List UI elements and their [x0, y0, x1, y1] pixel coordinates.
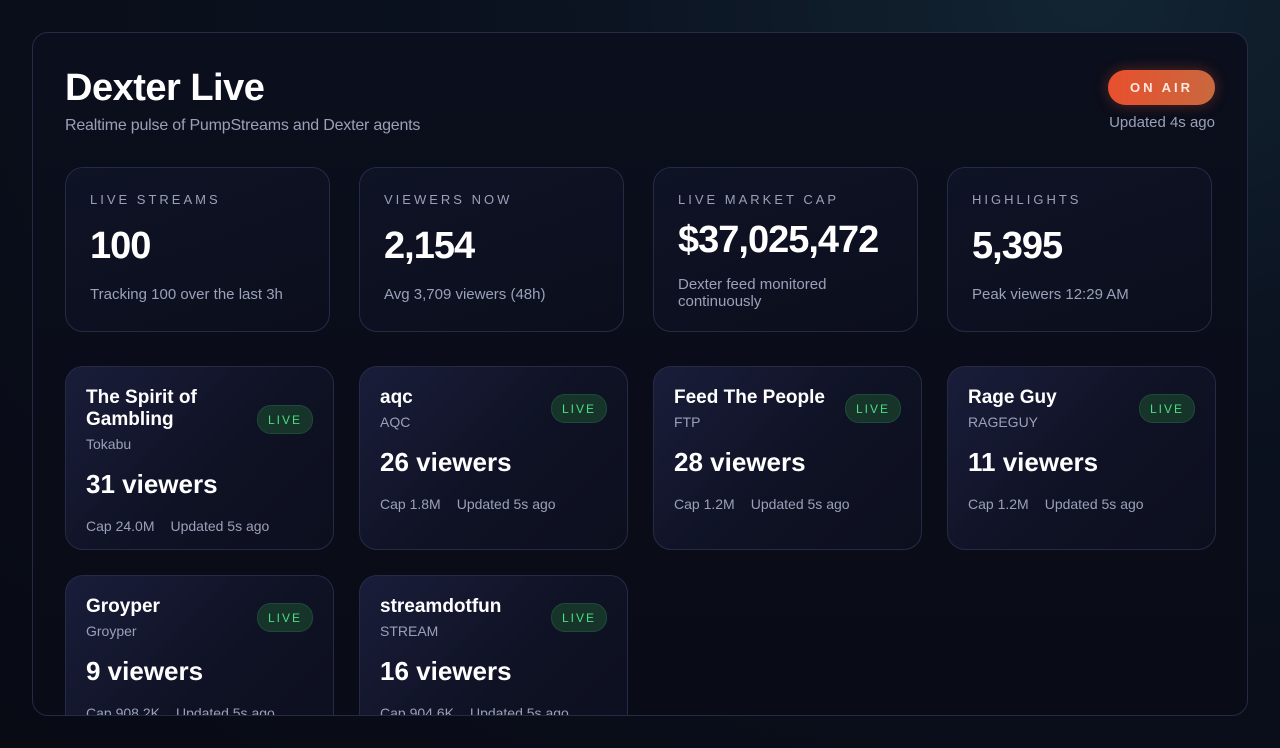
- stat-label: VIEWERS NOW: [384, 192, 513, 207]
- stream-name: The Spirit of Gambling: [86, 387, 197, 430]
- stat-value: $37,025,472: [678, 219, 879, 261]
- stat-value: 5,395: [972, 225, 1063, 267]
- stream-card[interactable]: aqc AQC LIVE 26 viewers Cap 1.8M Updated…: [359, 366, 628, 550]
- stat-card-viewers-now: VIEWERS NOW 2,154 Avg 3,709 viewers (48h…: [359, 167, 624, 332]
- stat-label: LIVE STREAMS: [90, 192, 221, 207]
- market-cap: Cap 1.2M: [968, 496, 1029, 512]
- stream-updated: Updated 5s ago: [175, 705, 275, 716]
- stat-card-live-market-cap: LIVE MARKET CAP $37,025,472 Dexter feed …: [653, 167, 918, 332]
- stat-note: Dexter feed monitored continuously: [678, 276, 827, 310]
- live-badge: LIVE: [550, 603, 607, 632]
- dashboard-panel: Dexter Live Realtime pulse of PumpStream…: [32, 32, 1248, 716]
- stream-updated: Updated 5s ago: [469, 705, 569, 716]
- stats-row: LIVE STREAMS 100 Tracking 100 over the l…: [65, 167, 1212, 332]
- stream-name: aqc: [380, 387, 413, 408]
- page-title: Dexter Live: [65, 67, 265, 109]
- stat-value: 2,154: [384, 225, 475, 267]
- viewer-count: 11 viewers: [968, 447, 1099, 477]
- viewer-count: 28 viewers: [674, 447, 806, 477]
- stream-ticker: STREAM: [380, 623, 439, 639]
- stat-label: LIVE MARKET CAP: [678, 192, 840, 207]
- stat-note: Peak viewers 12:29 AM: [972, 286, 1129, 303]
- stream-updated: Updated 5s ago: [456, 496, 556, 512]
- stream-card[interactable]: Feed The People FTP LIVE 28 viewers Cap …: [653, 366, 922, 550]
- stream-card[interactable]: Rage Guy RAGEGUY LIVE 11 viewers Cap 1.2…: [947, 366, 1216, 550]
- market-cap: Cap 1.2M: [674, 496, 735, 512]
- on-air-badge: ON AIR: [1107, 70, 1215, 105]
- stream-updated: Updated 5s ago: [170, 518, 270, 534]
- live-badge: LIVE: [550, 394, 607, 423]
- stream-ticker: RAGEGUY: [968, 414, 1039, 430]
- viewer-count: 16 viewers: [380, 656, 512, 686]
- viewer-count: 26 viewers: [380, 447, 512, 477]
- live-badge: LIVE: [1138, 394, 1195, 423]
- market-cap: Cap 904.6K: [380, 705, 454, 716]
- stream-ticker: Tokabu: [86, 436, 132, 452]
- stat-note: Tracking 100 over the last 3h: [90, 286, 283, 303]
- stat-value: 100: [90, 225, 151, 267]
- stream-card[interactable]: Groyper Groyper LIVE 9 viewers Cap 908.2…: [65, 575, 334, 716]
- stream-name: Feed The People: [674, 387, 825, 408]
- market-cap: Cap 908.2K: [86, 705, 160, 716]
- stream-ticker: AQC: [380, 414, 411, 430]
- stream-name: Groyper: [86, 596, 160, 617]
- stat-label: HIGHLIGHTS: [972, 192, 1082, 207]
- stat-note: Avg 3,709 viewers (48h): [384, 286, 546, 303]
- stream-ticker: FTP: [674, 414, 701, 430]
- stream-card[interactable]: streamdotfun STREAM LIVE 16 viewers Cap …: [359, 575, 628, 716]
- stream-ticker: Groyper: [86, 623, 137, 639]
- stat-card-live-streams: LIVE STREAMS 100 Tracking 100 over the l…: [65, 167, 330, 332]
- live-badge: LIVE: [256, 405, 313, 434]
- viewer-count: 31 viewers: [86, 469, 218, 499]
- live-badge: LIVE: [256, 603, 313, 632]
- live-badge: LIVE: [844, 394, 901, 423]
- stream-name: streamdotfun: [380, 596, 502, 617]
- stream-updated: Updated 5s ago: [750, 496, 850, 512]
- stream-name: Rage Guy: [968, 387, 1057, 408]
- stream-card[interactable]: The Spirit of Gambling Tokabu LIVE 31 vi…: [65, 366, 334, 550]
- stat-card-highlights: HIGHLIGHTS 5,395 Peak viewers 12:29 AM: [947, 167, 1212, 332]
- last-updated: Updated 4s ago: [1109, 114, 1215, 131]
- page-subtitle: Realtime pulse of PumpStreams and Dexter…: [65, 117, 421, 134]
- viewer-count: 9 viewers: [86, 656, 204, 686]
- stream-grid: The Spirit of Gambling Tokabu LIVE 31 vi…: [65, 366, 1216, 716]
- market-cap: Cap 24.0M: [86, 518, 155, 534]
- stream-updated: Updated 5s ago: [1044, 496, 1144, 512]
- market-cap: Cap 1.8M: [380, 496, 441, 512]
